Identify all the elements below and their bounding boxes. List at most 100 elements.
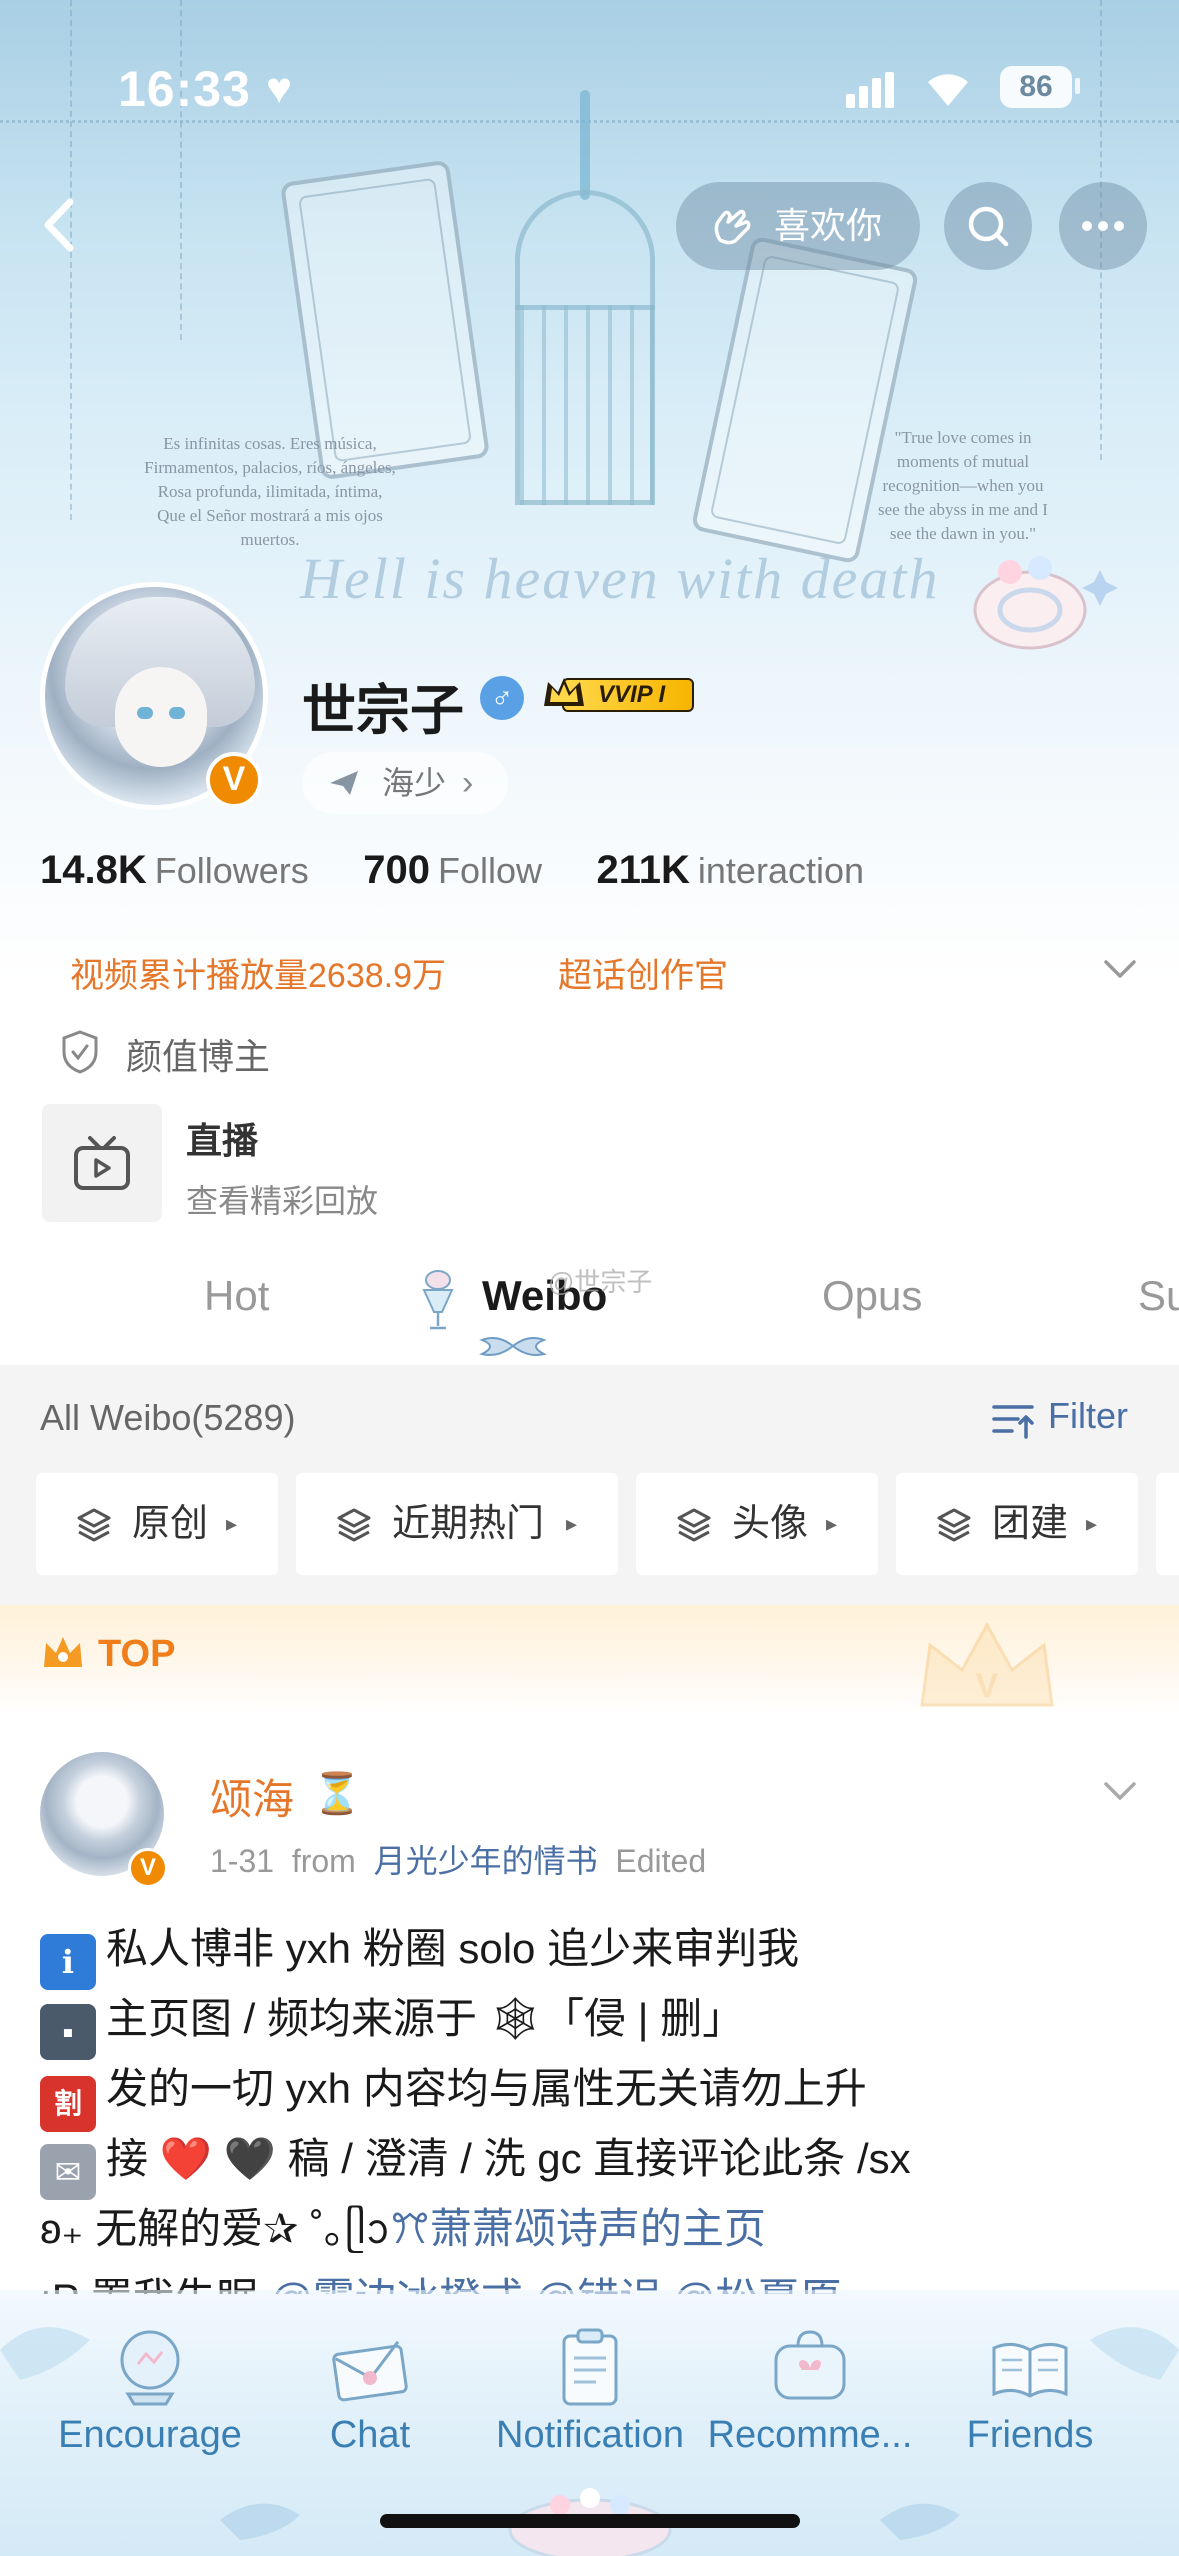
watermark-text: @世宗子 — [548, 1267, 653, 1297]
home-indicator[interactable] — [380, 2514, 800, 2528]
post-text[interactable]: ℹ 私人博非 yxh 粉圈 solo 追少来审判我 ▪ 主页图 / 频均来源于 🕸「… — [40, 1914, 1150, 2294]
chip-team[interactable]: 团建 ▸ — [896, 1473, 1138, 1575]
tab-friends[interactable]: Friends — [930, 2310, 1130, 2520]
all-weibo-count: All Weibo(5289) — [40, 1397, 296, 1438]
shield-check-icon — [62, 1030, 98, 1074]
floppy-disk-icon: ▪ — [40, 2004, 96, 2060]
post-author-name[interactable]: 颂海 — [210, 1766, 294, 1827]
tab-hot[interactable]: Hot — [204, 1272, 269, 1320]
verified-v-badge: V — [128, 1848, 168, 1888]
post-date: 1-31 — [210, 1843, 275, 1879]
layers-icon — [337, 1508, 371, 1542]
parfait-icon — [422, 1270, 454, 1330]
crystal-ball-icon — [120, 2330, 180, 2406]
feed-filter-area: All Weibo(5289) Filter 原创 ▸ 近期热门 ▸ 头像 ▸ … — [0, 1365, 1179, 1605]
post-line: ▪ 主页图 / 频均来源于 🕸「侵 | 删」 — [40, 1984, 1150, 2060]
clipboard-icon — [562, 2328, 618, 2406]
vvip-badge[interactable]: VVIP I — [540, 672, 700, 716]
paper-plane-icon — [330, 771, 358, 795]
tab-opus[interactable]: Opus — [822, 1272, 922, 1320]
chevron-down-icon[interactable] — [1098, 1770, 1142, 1810]
caret-right-icon: ▸ — [566, 1511, 578, 1536]
profile-stats: 14.8K Followers 700 Follow 211K interaction — [40, 848, 914, 904]
status-time: 16:33 — [118, 61, 251, 117]
verified-category-label: 颜值博主 — [126, 1036, 271, 1077]
filter-icon — [992, 1405, 1034, 1439]
filter-button[interactable]: Filter — [992, 1395, 1128, 1443]
post-line: ʚ₊ 无解的爱✰ ˚｡ᥫᩣꔫ萧萧颂诗声的主页 — [40, 2205, 766, 2252]
followers-stat[interactable]: 14.8K Followers — [40, 848, 309, 893]
location-pill[interactable]: 海少 › — [302, 752, 508, 814]
book-icon — [992, 2343, 1068, 2398]
pinned-banner: TOP V — [0, 1605, 1179, 1715]
more-dots-icon — [1082, 221, 1124, 231]
wifi-icon — [928, 74, 968, 106]
location-label: 海少 — [382, 765, 447, 801]
hourglass-icon: ⏳ — [312, 1772, 362, 1816]
bag-icon — [774, 2330, 846, 2400]
cellular-signal-icon — [846, 72, 896, 108]
status-bar: 16:33 ♥ 86 — [0, 0, 1179, 170]
supertopic-creator-tag[interactable]: 超话创作官 — [558, 948, 728, 997]
chip-partial[interactable] — [1156, 1473, 1179, 1575]
profile-link[interactable]: ꔫ萧萧颂诗声的主页 — [390, 2205, 766, 2252]
layers-icon — [77, 1508, 111, 1542]
hand-icon — [714, 209, 751, 245]
live-title[interactable]: 直播 — [186, 1112, 258, 1164]
tab-notification[interactable]: Notification — [490, 2310, 690, 2520]
interaction-stat[interactable]: 211K interaction — [596, 848, 864, 893]
search-icon — [968, 206, 1009, 247]
post-edited-label: Edited — [615, 1843, 707, 1879]
battery-indicator: 86 — [1000, 66, 1072, 108]
svg-text:V: V — [976, 1667, 999, 1705]
caret-right-icon: ▸ — [826, 1511, 838, 1536]
profile-screen: Es infinitas cosas. Eres música, Firmame… — [0, 0, 1179, 2556]
chip-avatar[interactable]: 头像 ▸ — [636, 1473, 878, 1575]
layers-icon — [677, 1508, 711, 1542]
tab-encourage[interactable]: Encourage — [50, 2310, 250, 2520]
filter-label: Filter — [1048, 1395, 1128, 1436]
post-meta: 1-31 from 月光少年的情书 Edited — [210, 1836, 706, 1882]
video-views-tag[interactable]: 视频累计播放量2638.9万 — [70, 948, 446, 997]
cake-roll-illustration — [973, 556, 1118, 650]
more-button[interactable] — [1059, 182, 1147, 270]
chip-recent-hot[interactable]: 近期热门 ▸ — [296, 1473, 618, 1575]
poem-right: "True love comes in moments of mutual re… — [878, 428, 1048, 543]
layers-icon — [937, 1508, 971, 1542]
live-subtitle: 查看精彩回放 — [186, 1183, 379, 1219]
post-source-link[interactable]: 月光少年的情书 — [374, 1843, 598, 1879]
crown-watermark-icon: V — [920, 1621, 1054, 1707]
post-line: ℹ 私人博非 yxh 粉圈 solo 追少来审判我 — [40, 1914, 1150, 1990]
post-from-label: from — [291, 1843, 356, 1879]
male-gender-icon: ♂ — [480, 676, 524, 720]
post-line: ✉ 接 ❤️ 🖤 稿 / 澄清 / 洗 gc 直接评论此条 /sx — [40, 2124, 1150, 2200]
crown-icon — [44, 1637, 82, 1667]
like-you-label: 喜欢你 — [774, 205, 883, 246]
heart-icon: ♥ — [266, 64, 293, 113]
profile-name: 世宗子 — [302, 681, 464, 741]
verified-v-badge: V — [206, 752, 262, 808]
back-arrow-icon[interactable] — [30, 190, 90, 260]
chip-original[interactable]: 原创 ▸ — [36, 1473, 278, 1575]
poem-left: Es infinitas cosas. Eres música, Firmame… — [144, 434, 396, 549]
top-label: TOP — [98, 1633, 176, 1675]
like-you-button[interactable]: 喜欢你 — [676, 182, 920, 270]
caret-right-icon: ▸ — [1086, 1511, 1098, 1536]
post-line: 割发的一切 yxh 内容均与属性无关请勿上升 — [40, 2054, 1150, 2132]
tv-icon — [74, 1136, 130, 1190]
following-stat[interactable]: 700 Follow — [363, 848, 542, 893]
inbox-envelope-icon: ✉ — [40, 2144, 96, 2200]
tab-recommend[interactable]: Recomme... — [708, 2310, 912, 2520]
crown-icon — [544, 678, 584, 706]
live-thumbnail[interactable] — [42, 1104, 162, 1222]
search-button[interactable] — [944, 182, 1032, 270]
tab-su[interactable]: Su — [1138, 1272, 1179, 1320]
tab-chat[interactable]: Chat — [270, 2310, 470, 2520]
info-icon: ℹ — [40, 1934, 96, 1990]
bow-indicator-icon — [479, 1337, 547, 1356]
caret-right-icon: ▸ — [226, 1511, 238, 1536]
chevron-right-icon: › — [462, 764, 474, 802]
battery-tip — [1075, 78, 1080, 94]
chevron-down-icon[interactable] — [1098, 948, 1142, 988]
cover-script-text: Hell is heaven with death — [300, 546, 940, 611]
